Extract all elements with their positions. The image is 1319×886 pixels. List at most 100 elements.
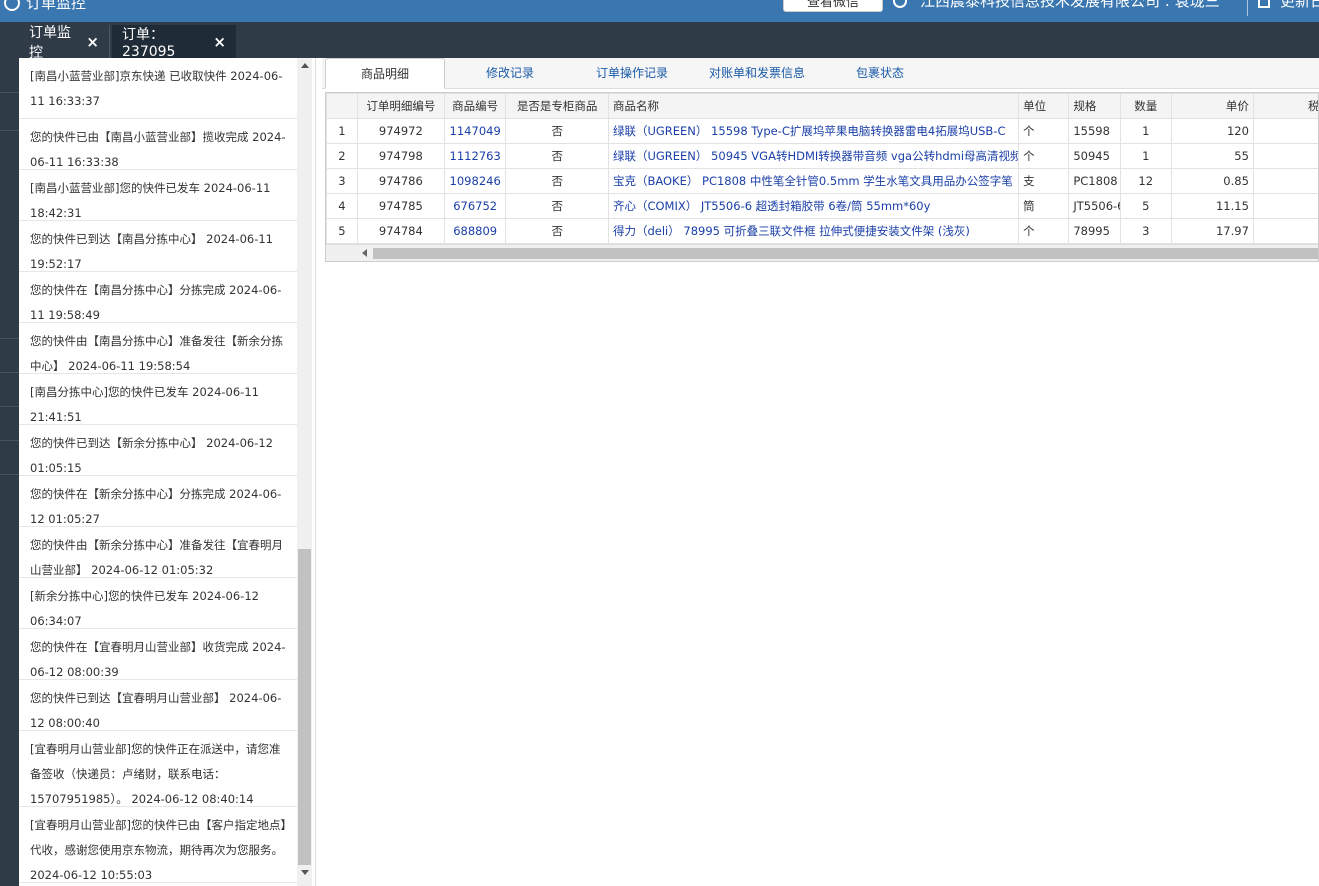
- price-cell: 17.97: [1170, 218, 1254, 244]
- product-name-link[interactable]: 绿联（UGREEN） 15598 Type-C扩展坞苹果电脑转换器雷电4拓展坞U…: [607, 118, 1020, 144]
- quantity-cell: 1: [1119, 118, 1172, 144]
- horizontal-scrollbar[interactable]: [326, 244, 1318, 261]
- company-user-label[interactable]: 江西晨泰科技信息技术发展有限公司 : 袁珑三: [920, 0, 1220, 11]
- list-item: 您的快件在【新余分拣中心】分拣完成 2024-06-12 01:05:27: [19, 476, 297, 527]
- tab-goods-detail[interactable]: 商品明细: [325, 58, 445, 89]
- tab-label: 订单：237095: [122, 26, 176, 60]
- app-logo: 订单监控: [4, 0, 86, 13]
- app-title: 订单监控: [26, 0, 87, 12]
- tab-order-detail[interactable]: 订单：237095 ×: [112, 25, 236, 60]
- list-item: 您的快件已由【南昌小蓝营业部】揽收完成 2024-06-11 16:33:38: [19, 119, 297, 170]
- scroll-left-arrow-icon[interactable]: [362, 249, 367, 257]
- logo-icon: [4, 0, 20, 11]
- tax-rate-cell: 0: [1252, 193, 1318, 219]
- tab-order-operation-log[interactable]: 订单操作记录: [582, 58, 682, 89]
- logistics-trace-panel: [南昌小蓝营业部]京东快递 已收取快件 2024-06-11 16:33:37 …: [19, 58, 316, 886]
- tab-modify-log[interactable]: 修改记录: [460, 58, 560, 89]
- list-item: 您的快件已到达【宜春明月山营业部】 2024-06-12 08:00:40: [19, 680, 297, 731]
- column-header[interactable]: 单价: [1170, 93, 1254, 119]
- scroll-up-arrow-icon[interactable]: [301, 63, 309, 68]
- product-id-link[interactable]: 1112763: [443, 143, 507, 169]
- product-id-link[interactable]: 676752: [443, 193, 507, 219]
- column-header[interactable]: 商品编号: [443, 93, 507, 119]
- counter-goods-cell: 否: [505, 193, 609, 219]
- side-divider: [0, 92, 19, 93]
- tax-rate-cell: 0: [1252, 118, 1318, 144]
- quantity-cell: 5: [1119, 193, 1172, 219]
- unit-cell: 个: [1018, 143, 1070, 169]
- price-cell: 120: [1170, 118, 1254, 144]
- spec-cell: JT5506-6: [1068, 193, 1121, 219]
- list-item: 您的快件由【新余分拣中心】准备发往【宜春明月山营业部】 2024-06-12 0…: [19, 527, 297, 578]
- scrollbar-thumb[interactable]: [298, 549, 311, 865]
- table-row[interactable]: 1 974972 1147049 否 绿联（UGREEN） 15598 Type…: [326, 118, 1318, 144]
- counter-goods-cell: 否: [505, 168, 609, 194]
- column-header[interactable]: 是否是专柜商品: [505, 93, 609, 119]
- product-id-link[interactable]: 688809: [443, 218, 507, 244]
- price-cell: 55: [1170, 143, 1254, 169]
- column-header[interactable]: 税率: [1252, 93, 1318, 119]
- side-divider: [0, 338, 19, 339]
- list-item: [南昌小蓝营业部]京东快递 已收取快件 2024-06-11 16:33:37: [19, 58, 297, 119]
- price-cell: 0.85: [1170, 168, 1254, 194]
- detail-id-cell: 974786: [356, 168, 445, 194]
- tab-statement-invoice[interactable]: 对账单和发票信息: [697, 58, 817, 89]
- column-header[interactable]: 规格: [1068, 93, 1121, 119]
- table-header-row: 订单明细编号 商品编号 是否是专柜商品 商品名称 单位 规格 数量 单价 税率: [326, 93, 1318, 119]
- goods-table: 订单明细编号 商品编号 是否是专柜商品 商品名称 单位 规格 数量 单价 税率 …: [326, 93, 1318, 244]
- spec-cell: 78995: [1068, 218, 1121, 244]
- row-number: 2: [326, 143, 358, 169]
- column-header[interactable]: 数量: [1119, 93, 1172, 119]
- tax-rate-cell: 0: [1252, 218, 1318, 244]
- counter-goods-cell: 否: [505, 218, 609, 244]
- list-item: 您的快件由【南昌分拣中心】准备发往【新余分拣中心】 2024-06-11 19:…: [19, 323, 297, 374]
- column-header[interactable]: 商品名称: [607, 93, 1020, 119]
- list-item: 您的快件在【南昌分拣中心】分拣完成 2024-06-11 19:58:49: [19, 272, 297, 323]
- tax-rate-cell: 0: [1252, 168, 1318, 194]
- product-id-link[interactable]: 1098246: [443, 168, 507, 194]
- top-action-button[interactable]: 查看微信: [783, 0, 883, 12]
- side-divider: [0, 440, 19, 441]
- column-header[interactable]: 单位: [1018, 93, 1070, 119]
- update-log-link[interactable]: 更新日志: [1280, 0, 1319, 11]
- detail-id-cell: 974784: [356, 218, 445, 244]
- side-divider: [0, 474, 19, 475]
- user-icon: [893, 0, 907, 8]
- tab-label: 订单监控: [29, 24, 71, 61]
- spec-cell: 50945: [1068, 143, 1121, 169]
- row-number: 5: [326, 218, 358, 244]
- detail-sub-tabs: 商品明细 修改记录 订单操作记录 对账单和发票信息 包裹状态: [322, 58, 1319, 89]
- row-number: 4: [326, 193, 358, 219]
- tab-package-status[interactable]: 包裹状态: [840, 58, 920, 89]
- top-header: 订单监控 查看微信 江西晨泰科技信息技术发展有限公司 : 袁珑三 更新日志: [0, 0, 1319, 22]
- scrollbar-thumb[interactable]: [373, 248, 1318, 259]
- list-item: 您的快件在【宜春明月山营业部】收货完成 2024-06-12 08:00:39: [19, 629, 297, 680]
- unit-cell: 筒: [1018, 193, 1070, 219]
- table-row[interactable]: 3 974786 1098246 否 宝克（BAOKE） PC1808 中性笔全…: [326, 168, 1318, 194]
- tab-order-monitor[interactable]: 订单监控 ×: [19, 25, 110, 61]
- list-item: [新余分拣中心]您的快件已发车 2024-06-12 06:34:07: [19, 578, 297, 629]
- detail-id-cell: 974785: [356, 193, 445, 219]
- spec-cell: PC1808: [1068, 168, 1121, 194]
- price-cell: 11.15: [1170, 193, 1254, 219]
- quantity-cell: 3: [1119, 218, 1172, 244]
- product-name-link[interactable]: 齐心（COMIX） JT5506-6 超透封箱胶带 6卷/筒 55mm*60y: [607, 193, 1020, 219]
- close-icon[interactable]: ×: [213, 33, 226, 51]
- column-header[interactable]: 订单明细编号: [356, 93, 445, 119]
- close-icon[interactable]: ×: [86, 33, 99, 51]
- table-row[interactable]: 2 974798 1112763 否 绿联（UGREEN） 50945 VGA转…: [326, 143, 1318, 169]
- unit-cell: 个: [1018, 118, 1070, 144]
- product-name-link[interactable]: 绿联（UGREEN） 50945 VGA转HDMI转换器带音频 vga公转hdm…: [607, 143, 1020, 169]
- goods-detail-grid: 订单明细编号 商品编号 是否是专柜商品 商品名称 单位 规格 数量 单价 税率 …: [325, 92, 1319, 262]
- product-name-link[interactable]: 宝克（BAOKE） PC1808 中性笔全针管0.5mm 学生水笔文具用品办公签…: [607, 168, 1020, 194]
- table-row[interactable]: 5 974784 688809 否 得力（deli） 78995 可折叠三联文件…: [326, 218, 1318, 244]
- list-item: 您的快件已到达【南昌分拣中心】 2024-06-11 19:52:17: [19, 221, 297, 272]
- unit-cell: 个: [1018, 218, 1070, 244]
- counter-goods-cell: 否: [505, 143, 609, 169]
- column-header: [326, 93, 358, 119]
- list-item: [南昌分拣中心]您的快件已发车 2024-06-11 21:41:51: [19, 374, 297, 425]
- table-row[interactable]: 4 974785 676752 否 齐心（COMIX） JT5506-6 超透封…: [326, 193, 1318, 219]
- product-id-link[interactable]: 1147049: [443, 118, 507, 144]
- scroll-down-arrow-icon[interactable]: [301, 870, 309, 875]
- product-name-link[interactable]: 得力（deli） 78995 可折叠三联文件框 拉伸式便捷安装文件架 (浅灰): [607, 218, 1020, 244]
